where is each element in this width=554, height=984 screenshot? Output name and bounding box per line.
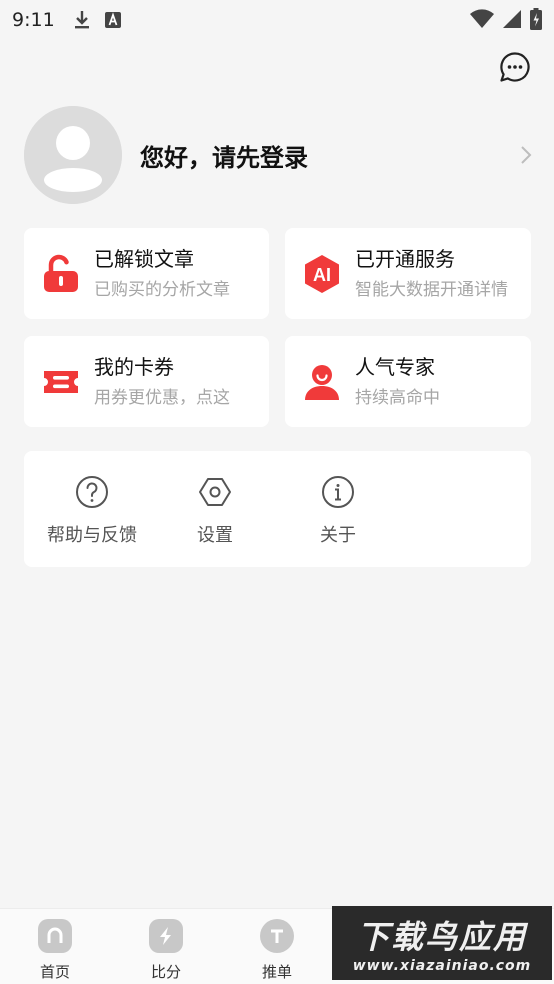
tab-label: 比分 [150, 963, 181, 981]
login-prompt[interactable]: 您好，请先登录 [140, 138, 516, 173]
tool-label: 帮助与反馈 [47, 525, 137, 546]
card-title: 已解锁文章 [94, 246, 194, 271]
t-circle-icon [260, 919, 294, 953]
avatar[interactable] [24, 106, 122, 204]
help-icon [75, 475, 109, 509]
settings-button[interactable]: 设置 [155, 475, 275, 547]
chevron-right-icon [516, 145, 536, 165]
ai-badge-text: AI [313, 265, 331, 285]
watermark: 下载鸟应用 www.xiazainiao.com [332, 906, 552, 980]
watermark-url: www.xiazainiao.com [352, 958, 532, 974]
tab-scores[interactable]: 比分 [126, 919, 206, 982]
card-subtitle: 智能大数据开通详情 [355, 279, 508, 300]
ai-badge-icon: AI [301, 253, 343, 295]
card-subtitle: 持续高命中 [355, 387, 440, 408]
battery-charging-icon [530, 8, 542, 34]
tab-label: 首页 [39, 963, 70, 981]
ticket-icon [40, 361, 82, 403]
status-time: 9:11 [12, 9, 55, 31]
tab-home[interactable]: 首页 [15, 919, 95, 982]
card-unlocked-articles[interactable]: 已解锁文章 已购买的分析文章 [24, 228, 269, 319]
card-subtitle: 用券更优惠，点这 [94, 387, 230, 408]
tab-tips[interactable]: 推单 [237, 919, 317, 982]
chat-bubble-icon [499, 51, 531, 87]
message-button[interactable] [498, 52, 532, 86]
status-right [470, 8, 542, 34]
info-icon [321, 475, 355, 509]
tools-panel: 帮助与反馈 设置 关于 [24, 451, 531, 567]
tab-label: 推单 [261, 963, 292, 981]
a-badge-icon [104, 12, 121, 28]
home-icon [38, 919, 72, 953]
card-opened-services[interactable]: AI 已开通服务 智能大数据开通详情 [285, 228, 531, 319]
signal-icon [502, 9, 522, 33]
help-feedback-button[interactable]: 帮助与反馈 [32, 475, 152, 547]
expert-icon [301, 361, 343, 403]
card-subtitle: 已购买的分析文章 [94, 279, 230, 300]
card-title: 已开通服务 [355, 246, 455, 271]
tool-label: 设置 [197, 525, 233, 546]
login-row[interactable]: 您好，请先登录 [24, 106, 536, 204]
card-my-coupons[interactable]: 我的卡券 用券更优惠，点这 [24, 336, 269, 427]
unlock-icon [40, 253, 82, 295]
tool-label: 关于 [320, 525, 356, 546]
about-button[interactable]: 关于 [278, 475, 398, 547]
settings-icon [198, 475, 232, 509]
card-title: 我的卡券 [94, 354, 174, 379]
lightning-icon [149, 919, 183, 953]
status-bar: 9:11 [0, 0, 554, 40]
wifi-icon [470, 9, 494, 33]
watermark-title: 下载鸟应用 [356, 918, 527, 956]
card-title: 人气专家 [355, 354, 435, 379]
card-popular-experts[interactable]: 人气专家 持续高命中 [285, 336, 531, 427]
download-icon [73, 10, 91, 30]
